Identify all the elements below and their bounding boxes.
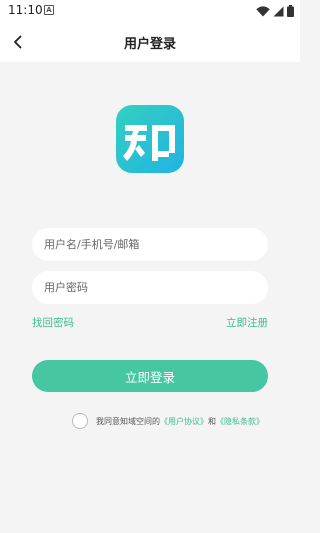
status-icons: [256, 5, 294, 17]
username-input[interactable]: [32, 228, 268, 261]
battery-icon: [287, 5, 294, 17]
signal-icon: [273, 6, 284, 16]
user-agreement-link[interactable]: 《用户协议》: [160, 416, 208, 427]
logo-glyph: [123, 125, 175, 161]
register-link[interactable]: 立即注册: [226, 315, 268, 330]
password-input[interactable]: [32, 271, 268, 304]
title-bar: 用户登录: [0, 22, 300, 62]
forgot-password-link[interactable]: 找回密码: [32, 315, 74, 330]
wifi-icon: [256, 5, 270, 16]
agreement-prefix: 我同意知域空间的: [96, 416, 160, 426]
a-notification-icon: A: [44, 5, 54, 15]
status-bar: 11:10 A: [0, 0, 300, 22]
status-time: 11:10: [8, 3, 43, 17]
agreement-checkbox[interactable]: [72, 413, 88, 429]
agreement-row: 我同意知域空间的 《用户协议》 和 《隐私条款》: [72, 412, 264, 430]
app-logo-icon: [116, 105, 184, 173]
agreement-and: 和: [208, 416, 216, 426]
privacy-policy-link[interactable]: 《隐私条款》: [216, 416, 264, 427]
login-button[interactable]: 立即登录: [32, 360, 268, 392]
page-title: 用户登录: [123, 37, 176, 52]
